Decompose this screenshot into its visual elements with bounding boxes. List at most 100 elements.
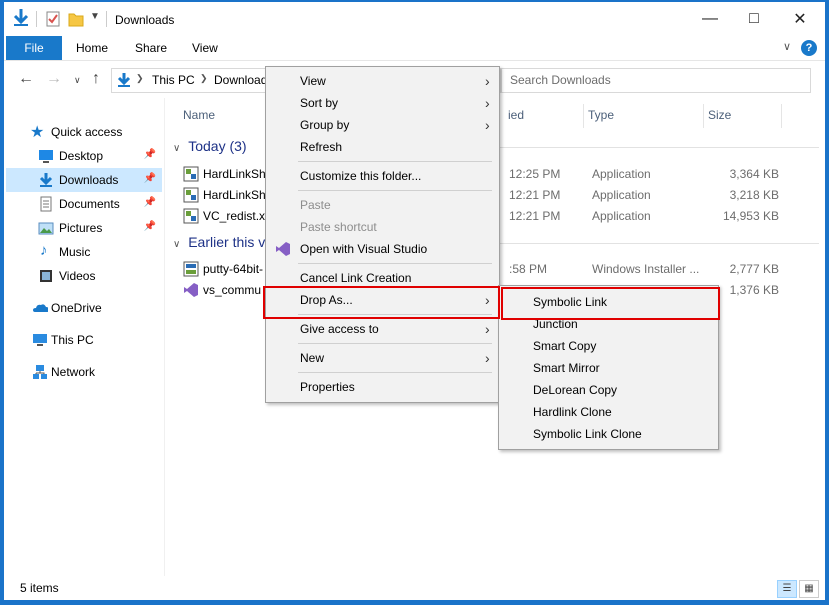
menu-item-label: Sort by: [300, 96, 339, 110]
visual-studio-icon: [184, 283, 198, 297]
chevron-right-icon: ›: [485, 321, 490, 337]
menu-item-label: Properties: [300, 380, 355, 394]
sidebar-item-documents[interactable]: Documents 📌: [6, 192, 162, 216]
breadcrumb-this-pc[interactable]: This PC: [152, 73, 195, 87]
file-size: 2,777 KB: [729, 262, 779, 276]
menu-item-refresh[interactable]: Refresh: [268, 136, 497, 158]
context-menu: View › Sort by › Group by › Refresh Cust…: [265, 66, 500, 403]
file-type: Windows Installer ...: [592, 262, 700, 276]
column-header-name[interactable]: Name: [183, 108, 215, 122]
menu-item-label: View: [300, 74, 326, 88]
menu-item-new[interactable]: New ›: [268, 347, 497, 369]
tab-view[interactable]: View: [192, 36, 218, 60]
menu-item-view[interactable]: View ›: [268, 70, 497, 92]
search-box[interactable]: Search Downloads: [501, 68, 811, 93]
menu-item-label: Give access to: [300, 322, 379, 336]
sidebar-item-downloads[interactable]: Downloads 📌: [6, 168, 162, 192]
recent-locations-icon[interactable]: ∨: [74, 75, 81, 86]
help-icon[interactable]: ?: [801, 40, 817, 56]
sidebar-item-videos[interactable]: Videos: [6, 264, 162, 288]
file-size: 14,953 KB: [722, 209, 779, 223]
large-icons-view-icon[interactable]: ▦: [799, 580, 819, 598]
forward-icon[interactable]: →: [46, 70, 62, 88]
properties-icon[interactable]: [46, 11, 60, 27]
menu-item-group-by[interactable]: Group by ›: [268, 114, 497, 136]
menu-item-label: Smart Copy: [533, 339, 597, 353]
tab-share[interactable]: Share: [135, 36, 167, 60]
details-view-icon[interactable]: ☰: [777, 580, 797, 598]
column-separator[interactable]: [781, 104, 782, 128]
chevron-right-icon: ›: [485, 350, 490, 366]
up-icon[interactable]: ↑: [92, 70, 100, 88]
divider: [36, 11, 37, 27]
title-bar: ▼ Downloads — □ ✕: [4, 2, 825, 36]
menu-separator: [298, 263, 492, 264]
menu-separator: [298, 372, 492, 373]
submenu-item-smart-mirror[interactable]: Smart Mirror: [501, 357, 716, 379]
menu-item-properties[interactable]: Properties: [268, 376, 497, 398]
back-icon[interactable]: ←: [18, 70, 34, 88]
column-separator[interactable]: [583, 104, 584, 128]
sidebar-item-desktop[interactable]: Desktop 📌: [6, 144, 162, 168]
breadcrumb-separator-icon: ❯: [136, 73, 144, 83]
customize-quick-access-icon[interactable]: ▼: [90, 11, 100, 22]
file-size: 1,376 KB: [729, 283, 779, 297]
search-input[interactable]: Search Downloads: [510, 73, 611, 87]
download-arrow-icon: [13, 9, 29, 26]
column-separator[interactable]: [703, 104, 704, 128]
submenu-item-delorean-copy[interactable]: DeLorean Copy: [501, 379, 716, 401]
chevron-right-icon: ›: [485, 117, 490, 133]
music-icon: ♪: [40, 242, 48, 259]
menu-item-sort-by[interactable]: Sort by ›: [268, 92, 497, 114]
column-header-type[interactable]: Type: [588, 108, 614, 122]
menu-item-customize-folder[interactable]: Customize this folder...: [268, 165, 497, 187]
highlight-box-drop-as: [263, 286, 500, 319]
chevron-down-icon: ∨: [173, 143, 181, 154]
menu-separator: [298, 343, 492, 344]
column-header-size[interactable]: Size: [708, 108, 731, 122]
sidebar-item-label: This PC: [51, 333, 94, 347]
pin-icon: 📌: [143, 197, 156, 208]
sidebar-item-music[interactable]: ♪ Music: [6, 240, 162, 264]
file-date: 12:21 PM: [509, 188, 561, 202]
submenu-item-symbolic-link-clone[interactable]: Symbolic Link Clone: [501, 423, 716, 445]
menu-item-label: New: [300, 351, 325, 365]
tab-home[interactable]: Home: [76, 36, 108, 60]
file-name: vs_commu: [203, 283, 262, 297]
computer-icon: [33, 334, 47, 346]
sidebar-item-label: Downloads: [59, 173, 119, 187]
downloads-icon: [39, 173, 53, 187]
ribbon: File Home Share View ∨ ?: [4, 36, 825, 61]
sidebar-item-label: OneDrive: [51, 301, 102, 315]
file-type: Application: [592, 167, 651, 181]
sidebar-item-network[interactable]: Network: [6, 360, 162, 384]
maximize-button[interactable]: □: [731, 2, 777, 36]
chevron-down-icon: ∨: [173, 239, 181, 250]
menu-item-label: Group by: [300, 118, 350, 132]
minimize-button[interactable]: —: [687, 2, 733, 36]
file-name: HardLinkSh: [203, 188, 266, 202]
menu-item-paste-shortcut[interactable]: Paste shortcut: [268, 216, 497, 238]
new-folder-icon[interactable]: [68, 11, 84, 27]
file-name: putty-64bit-: [203, 262, 264, 276]
close-button[interactable]: ✕: [777, 2, 823, 36]
column-header-date[interactable]: ied: [508, 108, 524, 122]
pin-icon: 📌: [143, 173, 156, 184]
menu-item-give-access-to[interactable]: Give access to ›: [268, 318, 497, 340]
file-date: 12:25 PM: [509, 167, 561, 181]
submenu-item-smart-copy[interactable]: Smart Copy: [501, 335, 716, 357]
sidebar-item-label: Pictures: [59, 221, 103, 235]
tab-file[interactable]: File: [6, 36, 62, 60]
menu-item-open-with-visual-studio[interactable]: Open with Visual Studio: [268, 238, 497, 260]
submenu-item-hardlink-clone[interactable]: Hardlink Clone: [501, 401, 716, 423]
expand-ribbon-icon[interactable]: ∨: [783, 40, 791, 53]
sidebar-item-quick-access[interactable]: ★ Quick access: [6, 120, 162, 144]
sidebar-item-onedrive[interactable]: OneDrive: [6, 296, 162, 320]
sidebar-item-label: Network: [51, 365, 96, 379]
installer-icon: [183, 187, 199, 203]
star-icon: ★: [30, 124, 45, 141]
menu-item-paste[interactable]: Paste: [268, 194, 497, 216]
sidebar-item-pictures[interactable]: Pictures 📌: [6, 216, 162, 240]
chevron-right-icon: ›: [485, 73, 490, 89]
sidebar-item-this-pc[interactable]: This PC: [6, 328, 162, 352]
